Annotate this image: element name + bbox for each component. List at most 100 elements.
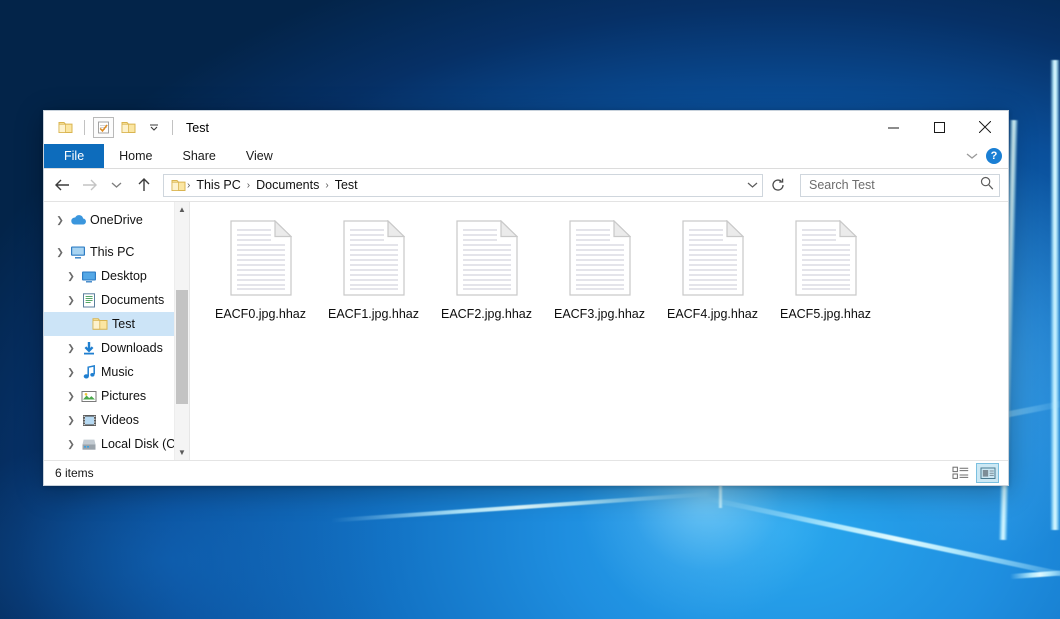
refresh-button[interactable] — [765, 173, 790, 197]
sidebar-item-downloads[interactable]: ❯ Downloads — [44, 336, 189, 360]
close-button[interactable] — [962, 111, 1008, 143]
sidebar-item-label: Pictures — [99, 389, 146, 403]
toolbar-separator — [84, 120, 85, 135]
sidebar-item-this-pc[interactable]: ❯ This PC — [44, 240, 189, 264]
sidebar-item-onedrive[interactable]: ❯ OneDrive — [44, 208, 189, 232]
download-icon — [79, 341, 99, 356]
details-view-button[interactable] — [949, 463, 972, 483]
drive-icon — [79, 438, 99, 451]
file-item[interactable]: EACF5.jpg.hhaz — [769, 216, 882, 338]
file-explorer-window: Test File Home Share View ? — [43, 110, 1009, 486]
tab-home[interactable]: Home — [104, 144, 167, 168]
large-icons-view-button[interactable] — [976, 463, 999, 483]
chevron-right-icon[interactable]: ❯ — [63, 439, 79, 450]
title-bar: Test — [44, 111, 1008, 144]
sidebar-scrollbar[interactable]: ▲ ▼ — [174, 202, 189, 460]
documents-icon — [79, 293, 99, 308]
quick-access-toolbar — [44, 117, 177, 138]
file-list-pane[interactable]: EACF0.jpg.hhaz EACF1.jpg.hhaz — [190, 202, 1008, 460]
sidebar-item-local-disk-c[interactable]: ❯ Local Disk (C:) — [44, 432, 189, 456]
videos-icon — [79, 414, 99, 427]
sidebar-item-label: Local Disk (C:) — [99, 437, 183, 451]
properties-icon[interactable] — [93, 117, 114, 138]
search-box[interactable] — [800, 174, 1000, 197]
back-button[interactable] — [50, 173, 75, 197]
chevron-right-icon[interactable]: ❯ — [63, 367, 79, 378]
scroll-up-arrow-icon[interactable]: ▲ — [175, 202, 189, 217]
maximize-button[interactable] — [916, 111, 962, 143]
new-folder-icon[interactable] — [118, 117, 139, 138]
scroll-down-arrow-icon[interactable]: ▼ — [175, 445, 189, 460]
wallpaper-beam — [1010, 570, 1060, 579]
chevron-right-icon[interactable]: ❯ — [63, 391, 79, 402]
chevron-right-icon[interactable]: ❯ — [63, 343, 79, 354]
breadcrumb-item-documents[interactable]: Documents — [251, 178, 324, 192]
folder-icon — [170, 179, 186, 192]
sidebar-item-label: Videos — [99, 413, 139, 427]
toolbar-separator — [172, 120, 173, 135]
chevron-right-icon[interactable]: ❯ — [63, 415, 79, 426]
file-item[interactable]: EACF3.jpg.hhaz — [543, 216, 656, 338]
help-icon[interactable]: ? — [986, 148, 1002, 164]
caption-buttons — [870, 111, 1008, 143]
sidebar-item-label: Downloads — [99, 341, 163, 355]
generic-file-icon — [569, 220, 631, 301]
file-name: EACF0.jpg.hhaz — [215, 307, 306, 321]
folder-icon[interactable] — [55, 117, 76, 138]
chevron-down-icon[interactable] — [747, 176, 758, 194]
file-item[interactable]: EACF0.jpg.hhaz — [204, 216, 317, 338]
window-body: ❯ OneDrive ❯ — [44, 201, 1008, 460]
recent-locations-button[interactable] — [104, 173, 129, 197]
breadcrumb-item-test[interactable]: Test — [330, 178, 363, 192]
sidebar-item-pictures[interactable]: ❯ Pictures — [44, 384, 189, 408]
sidebar-item-label: This PC — [88, 245, 134, 259]
file-name: EACF2.jpg.hhaz — [441, 307, 532, 321]
sidebar-item-videos[interactable]: ❯ Videos — [44, 408, 189, 432]
file-name: EACF4.jpg.hhaz — [667, 307, 758, 321]
file-name: EACF3.jpg.hhaz — [554, 307, 645, 321]
chevron-down-icon[interactable] — [143, 117, 164, 138]
folder-tree: ❯ OneDrive ❯ — [44, 202, 189, 456]
file-name: EACF1.jpg.hhaz — [328, 307, 419, 321]
sidebar-item-label: Documents — [99, 293, 164, 307]
file-item[interactable]: EACF1.jpg.hhaz — [317, 216, 430, 338]
minimize-button[interactable] — [870, 111, 916, 143]
breadcrumb-bar[interactable]: › This PC › Documents › Test — [163, 174, 763, 197]
navigation-pane: ❯ OneDrive ❯ — [44, 202, 190, 460]
window-title: Test — [186, 121, 209, 135]
pictures-icon — [79, 390, 99, 403]
tab-view[interactable]: View — [231, 144, 288, 168]
chevron-down-icon[interactable]: ❯ — [63, 295, 79, 306]
search-input[interactable] — [809, 178, 980, 192]
sidebar-item-documents[interactable]: ❯ Documents — [44, 288, 189, 312]
generic-file-icon — [230, 220, 292, 301]
chevron-right-icon[interactable]: ❯ — [63, 271, 79, 282]
file-item[interactable]: EACF2.jpg.hhaz — [430, 216, 543, 338]
sidebar-item-label: Desktop — [99, 269, 147, 283]
view-mode-buttons — [949, 461, 999, 485]
up-button[interactable] — [131, 173, 156, 197]
breadcrumb-end-controls — [747, 176, 758, 194]
breadcrumb-item-this-pc[interactable]: This PC — [191, 178, 245, 192]
expand-ribbon-button[interactable] — [966, 147, 978, 165]
wallpaper-beam — [331, 492, 710, 522]
sidebar-item-music[interactable]: ❯ Music — [44, 360, 189, 384]
breadcrumb: › This PC › Documents › Test — [170, 178, 747, 192]
file-item[interactable]: EACF4.jpg.hhaz — [656, 216, 769, 338]
tab-share[interactable]: Share — [168, 144, 231, 168]
tab-file[interactable]: File — [44, 144, 104, 168]
sidebar-item-label: Music — [99, 365, 134, 379]
generic-file-icon — [682, 220, 744, 301]
file-name: EACF5.jpg.hhaz — [780, 307, 871, 321]
chevron-right-icon[interactable]: ❯ — [52, 215, 68, 226]
scrollbar-thumb[interactable] — [176, 290, 188, 404]
generic-file-icon — [343, 220, 405, 301]
chevron-down-icon[interactable]: ❯ — [52, 247, 68, 258]
ribbon-right-controls: ? — [966, 144, 1002, 168]
status-bar: 6 items — [44, 460, 1008, 485]
ribbon-tab-strip: File Home Share View ? — [44, 144, 1008, 169]
cloud-icon — [68, 214, 88, 226]
sidebar-item-test[interactable]: Test — [44, 312, 189, 336]
monitor-icon — [68, 245, 88, 259]
sidebar-item-desktop[interactable]: ❯ Desktop — [44, 264, 189, 288]
